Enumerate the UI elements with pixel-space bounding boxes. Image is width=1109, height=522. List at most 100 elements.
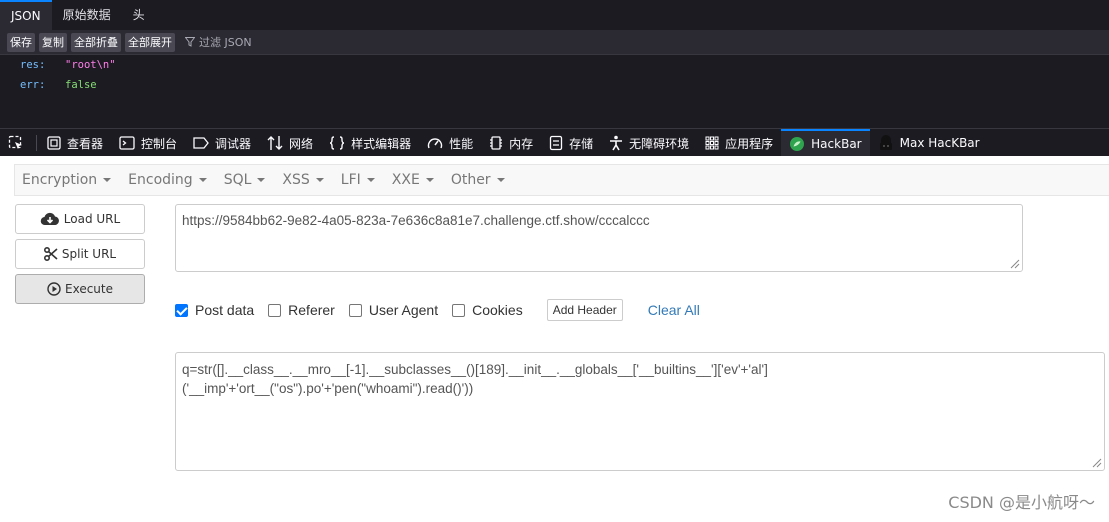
option-label: Cookies	[472, 302, 523, 318]
menu-encoding[interactable]: Encoding	[121, 172, 217, 188]
cloud-download-icon	[40, 212, 59, 226]
caret-down-icon	[198, 178, 207, 182]
menu-encryption[interactable]: Encryption	[15, 172, 121, 188]
scissors-icon	[43, 247, 58, 261]
tab-application[interactable]: 应用程序	[697, 129, 781, 157]
devtools-tabbar: 查看器 控制台 调试器 网络 样式编辑器 性能 内存 存储 无障碍环境 应用程序…	[0, 128, 1109, 157]
tab-inspector[interactable]: 查看器	[39, 129, 111, 157]
filter-icon	[185, 37, 195, 47]
tab-label: 样式编辑器	[351, 136, 412, 151]
tab-json[interactable]: JSON	[0, 0, 52, 30]
menu-label: XSS	[282, 172, 310, 188]
caret-down-icon	[315, 178, 324, 182]
hackbar-icon	[790, 137, 805, 151]
option-user-agent[interactable]: User Agent	[348, 302, 438, 318]
tab-label: 内存	[509, 136, 534, 151]
menu-lfi[interactable]: LFI	[334, 172, 385, 188]
menu-label: SQL	[223, 172, 252, 188]
tab-style-editor[interactable]: 样式编辑器	[321, 129, 419, 157]
split-url-button[interactable]: Split URL	[15, 239, 145, 269]
accessibility-icon	[610, 135, 623, 151]
clear-all-link[interactable]: Clear All	[648, 302, 700, 318]
url-textarea[interactable]: https://9584bb62-9e82-4a05-823a-7e636c8a…	[175, 204, 1023, 272]
option-referer[interactable]: Referer	[268, 302, 335, 318]
add-header-button[interactable]: Add Header	[546, 299, 623, 321]
collapse-all-button[interactable]: 全部折叠	[71, 32, 121, 52]
execute-button[interactable]: Execute	[15, 274, 145, 304]
debugger-icon	[193, 137, 209, 149]
checkbox[interactable]	[268, 303, 282, 317]
menu-label: Encryption	[22, 172, 98, 188]
menu-label: XXE	[391, 172, 420, 188]
viewer-toolbar: 保存 复制 全部折叠 全部展开 过滤 JSON	[0, 30, 1109, 55]
save-button[interactable]: 保存	[7, 32, 35, 52]
load-url-button[interactable]: Load URL	[15, 204, 145, 234]
tab-network[interactable]: 网络	[259, 129, 321, 157]
caret-down-icon	[425, 178, 434, 182]
filter-label: 过滤 JSON	[199, 36, 252, 49]
tab-headers[interactable]: 头	[122, 0, 156, 30]
braces-icon	[329, 136, 345, 150]
pick-element-icon	[8, 135, 22, 149]
tab-accessibility[interactable]: 无障碍环境	[601, 129, 697, 157]
tab-memory[interactable]: 内存	[481, 129, 541, 157]
option-cookies[interactable]: Cookies	[452, 302, 523, 318]
menu-label: Encoding	[128, 172, 193, 188]
tab-raw-data[interactable]: 原始数据	[52, 0, 122, 30]
hackbar-panel: Encryption Encoding SQL XSS LFI XXE Othe…	[0, 156, 1109, 522]
viewer-tabs: JSON 原始数据 头	[0, 0, 156, 30]
json-row-err: err: false	[0, 78, 116, 98]
json-row-res: res: "root\n"	[0, 58, 116, 78]
watermark: CSDN @是小航呀～	[948, 493, 1095, 512]
resize-grip-icon[interactable]	[1090, 456, 1102, 468]
caret-down-icon	[257, 178, 266, 182]
menu-xss[interactable]: XSS	[275, 172, 333, 188]
tab-max-hackbar[interactable]: Max HacKBar	[870, 129, 988, 157]
expand-all-button[interactable]: 全部展开	[125, 32, 175, 52]
button-label: Load URL	[63, 212, 121, 226]
tab-label: 无障碍环境	[629, 136, 690, 151]
caret-down-icon	[496, 178, 505, 182]
divider	[36, 135, 37, 151]
grid-icon	[705, 136, 719, 150]
tab-label: 网络	[289, 136, 314, 151]
json-rows: res: "root\n" err: false	[0, 58, 116, 98]
inspector-icon	[47, 136, 61, 150]
json-viewer: JSON 原始数据 头 保存 复制 全部折叠 全部展开 过滤 JSON res:…	[0, 0, 1109, 128]
menu-other[interactable]: Other	[444, 172, 515, 188]
post-data-textarea[interactable]: q=str([].__class__.__mro__[-1].__subclas…	[175, 352, 1105, 471]
option-post-data[interactable]: Post data	[175, 302, 254, 318]
checkbox[interactable]	[348, 303, 362, 317]
gauge-icon	[427, 138, 443, 149]
tab-label: HackBar	[811, 137, 862, 151]
tab-label: 应用程序	[725, 136, 774, 151]
button-label: Execute	[65, 282, 113, 296]
button-label: Split URL	[61, 247, 117, 261]
option-label: Post data	[195, 302, 255, 318]
json-value: false	[65, 79, 97, 91]
tab-label: 性能	[449, 136, 474, 151]
tab-performance[interactable]: 性能	[419, 129, 481, 157]
json-value: "root\n"	[65, 59, 116, 71]
storage-icon	[549, 135, 563, 151]
tab-label: Max HacKBar	[899, 136, 980, 150]
resize-grip-icon[interactable]	[1008, 257, 1020, 269]
tab-console[interactable]: 控制台	[111, 129, 185, 157]
hackbar-menubar: Encryption Encoding SQL XSS LFI XXE Othe…	[14, 164, 1109, 196]
console-icon	[119, 136, 135, 150]
tab-debugger[interactable]: 调试器	[185, 129, 259, 157]
checkbox[interactable]	[452, 303, 466, 317]
menu-sql[interactable]: SQL	[217, 172, 276, 188]
checkbox[interactable]	[175, 303, 188, 317]
filter-json-input[interactable]: 过滤 JSON	[185, 34, 252, 50]
tab-storage[interactable]: 存储	[541, 129, 601, 157]
menu-xxe[interactable]: XXE	[385, 172, 444, 188]
caret-down-icon	[366, 178, 375, 182]
network-icon	[267, 136, 283, 150]
tab-hackbar[interactable]: HackBar	[781, 129, 870, 157]
menu-label: Other	[450, 172, 491, 188]
memory-icon	[490, 136, 503, 150]
copy-button[interactable]: 复制	[39, 32, 67, 52]
pick-element-button[interactable]	[0, 129, 34, 157]
caret-down-icon	[103, 178, 112, 182]
